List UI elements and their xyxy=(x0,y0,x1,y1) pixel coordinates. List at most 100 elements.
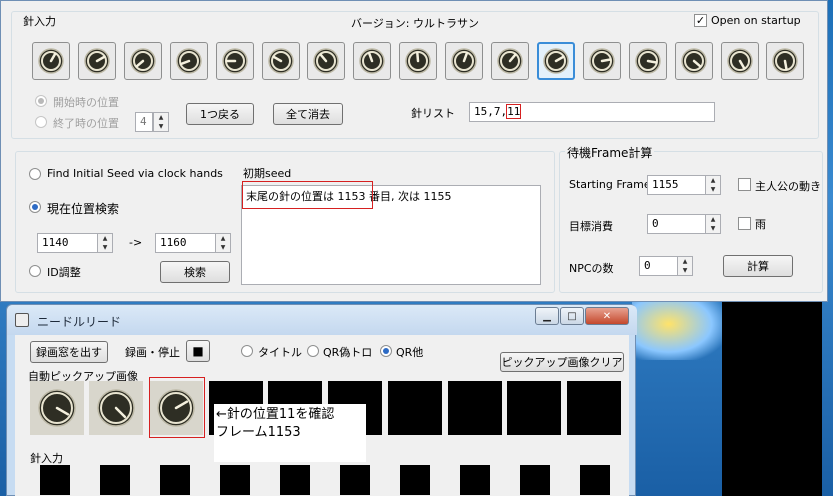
close-icon: ✕ xyxy=(602,310,612,322)
clock-button-11[interactable] xyxy=(491,42,529,80)
clock-button-5[interactable] xyxy=(216,42,254,80)
clock-button-15[interactable] xyxy=(675,42,713,80)
clock-button-16[interactable] xyxy=(721,42,759,80)
rain-checkbox[interactable] xyxy=(738,217,751,230)
range-from-spinner[interactable]: ▲ ▼ xyxy=(97,233,113,253)
start-position-radio[interactable] xyxy=(35,95,47,107)
range-arrow: -> xyxy=(129,236,143,249)
open-on-startup-label: Open on startup xyxy=(711,14,801,27)
clock-icon xyxy=(405,48,431,74)
needle-slot-10 xyxy=(580,465,610,495)
clock-icon xyxy=(38,48,64,74)
clock-button-3[interactable] xyxy=(124,42,162,80)
npc-count-label: NPCの数 xyxy=(569,262,614,275)
needle-slot-8 xyxy=(460,465,490,495)
clear-all-button[interactable]: 全て消去 xyxy=(273,103,343,125)
target-consume-input[interactable]: 0 xyxy=(647,214,707,234)
hero-move-checkbox[interactable] xyxy=(738,178,751,191)
id-adjust-label: ID調整 xyxy=(47,266,81,279)
radio-title[interactable] xyxy=(241,345,253,357)
annotation-line-1: ←針の位置11を確認 xyxy=(216,407,335,422)
clock-button-4[interactable] xyxy=(170,42,208,80)
clock-button-12[interactable] xyxy=(537,42,575,80)
record-stop-button[interactable]: ■ xyxy=(186,340,210,362)
needle-list-label: 針リスト xyxy=(411,107,455,120)
close-button[interactable]: ✕ xyxy=(585,307,629,325)
starting-frame-input[interactable]: 1155 xyxy=(647,175,707,195)
start-position-label: 開始時の位置 xyxy=(53,96,119,109)
back-one-button[interactable]: 1つ戻る xyxy=(186,103,254,125)
seed-label: 初期seed xyxy=(243,167,292,180)
needle-slot-1 xyxy=(40,465,70,495)
needle-read-titlebar: ニードルリード ▁ □ ✕ xyxy=(7,305,637,335)
end-position-radio[interactable] xyxy=(35,116,47,128)
version-label: バージョン: ウルトラサン xyxy=(351,17,479,30)
radio-qr-tro-label: QR偽トロ xyxy=(323,346,373,359)
clock-icon xyxy=(543,48,569,74)
range-to-input[interactable]: 1160 xyxy=(155,233,217,253)
hero-move-label: 主人公の動き xyxy=(755,180,821,193)
starting-frame-spinner[interactable]: ▲ ▼ xyxy=(705,175,721,195)
clock-button-7[interactable] xyxy=(307,42,345,80)
pickup-image-7 xyxy=(388,381,442,435)
npc-count-input[interactable]: 0 xyxy=(639,256,679,276)
rain-label: 雨 xyxy=(755,218,766,231)
target-consume-spinner[interactable]: ▲ ▼ xyxy=(705,214,721,234)
starting-frame-label: Starting Frame xyxy=(569,178,651,191)
radio-title-label: タイトル xyxy=(258,346,302,359)
clock-button-13[interactable] xyxy=(583,42,621,80)
clock-icon xyxy=(497,48,523,74)
maximize-button[interactable]: □ xyxy=(560,307,584,325)
minimize-button[interactable]: ▁ xyxy=(535,307,559,325)
find-initial-seed-radio[interactable] xyxy=(29,168,41,180)
spin-down-icon: ▼ xyxy=(102,244,108,251)
minimize-icon: ▁ xyxy=(543,310,551,322)
spin-up-icon: ▲ xyxy=(158,114,164,121)
radio-qr-other-label: QR他 xyxy=(396,346,424,359)
needle-slot-9 xyxy=(520,465,550,495)
show-record-window-button[interactable]: 録画窓を出す xyxy=(30,341,108,363)
pickup-highlight-box xyxy=(149,377,205,438)
clock-button-2[interactable] xyxy=(78,42,116,80)
range-from-input[interactable]: 1140 xyxy=(37,233,99,253)
calc-button[interactable]: 計算 xyxy=(723,255,793,277)
spin-down-icon: ▼ xyxy=(682,267,688,274)
npc-count-spinner[interactable]: ▲ ▼ xyxy=(677,256,693,276)
clock-button-9[interactable] xyxy=(399,42,437,80)
clock-icon xyxy=(589,48,615,74)
search-button[interactable]: 検索 xyxy=(160,261,230,283)
clock-icon xyxy=(451,48,477,74)
result-highlight-box xyxy=(242,181,373,209)
desktop-glow xyxy=(632,300,724,360)
spin-down-icon: ▼ xyxy=(710,186,716,193)
clock-button-8[interactable] xyxy=(353,42,391,80)
clock-button-14[interactable] xyxy=(629,42,667,80)
spin-up-icon: ▲ xyxy=(102,235,108,242)
find-initial-seed-label: Find Initial Seed via clock hands xyxy=(47,167,223,180)
clock-button-10[interactable] xyxy=(445,42,483,80)
clock-icon xyxy=(635,48,661,74)
desktop-dark-panel xyxy=(722,300,822,496)
spin-down-icon: ▼ xyxy=(220,244,226,251)
id-adjust-radio[interactable] xyxy=(29,265,41,277)
needle-list-highlight: 11 xyxy=(506,104,522,119)
pickup-image-9 xyxy=(507,381,561,435)
annotation-note: ←針の位置11を確認 フレーム1153 xyxy=(214,404,366,462)
spin-down-icon: ▼ xyxy=(710,225,716,232)
result-text-rest: 番目, 次は 1155 xyxy=(369,190,452,203)
end-position-spinner[interactable]: ▲ ▼ xyxy=(153,112,169,132)
pickup-clear-button[interactable]: ピックアップ画像クリア xyxy=(500,352,624,372)
needle-list-input[interactable]: 15,7,11 xyxy=(469,102,715,122)
clock-button-1[interactable] xyxy=(32,42,70,80)
end-position-input[interactable]: 4 xyxy=(135,112,153,132)
range-to-spinner[interactable]: ▲ ▼ xyxy=(215,233,231,253)
radio-qr-tro[interactable] xyxy=(307,345,319,357)
main-window: 針入力 バージョン: ウルトラサン ✓ Open on startup 開始時の… xyxy=(0,0,828,302)
radio-qr-other[interactable] xyxy=(380,345,392,357)
open-on-startup-checkbox[interactable]: ✓ xyxy=(694,14,707,27)
clock-button-6[interactable] xyxy=(262,42,300,80)
needle-list-prefix: 15,7, xyxy=(474,105,508,118)
clock-button-17[interactable] xyxy=(766,42,804,80)
spin-up-icon: ▲ xyxy=(682,258,688,265)
current-position-search-radio[interactable] xyxy=(29,201,41,213)
